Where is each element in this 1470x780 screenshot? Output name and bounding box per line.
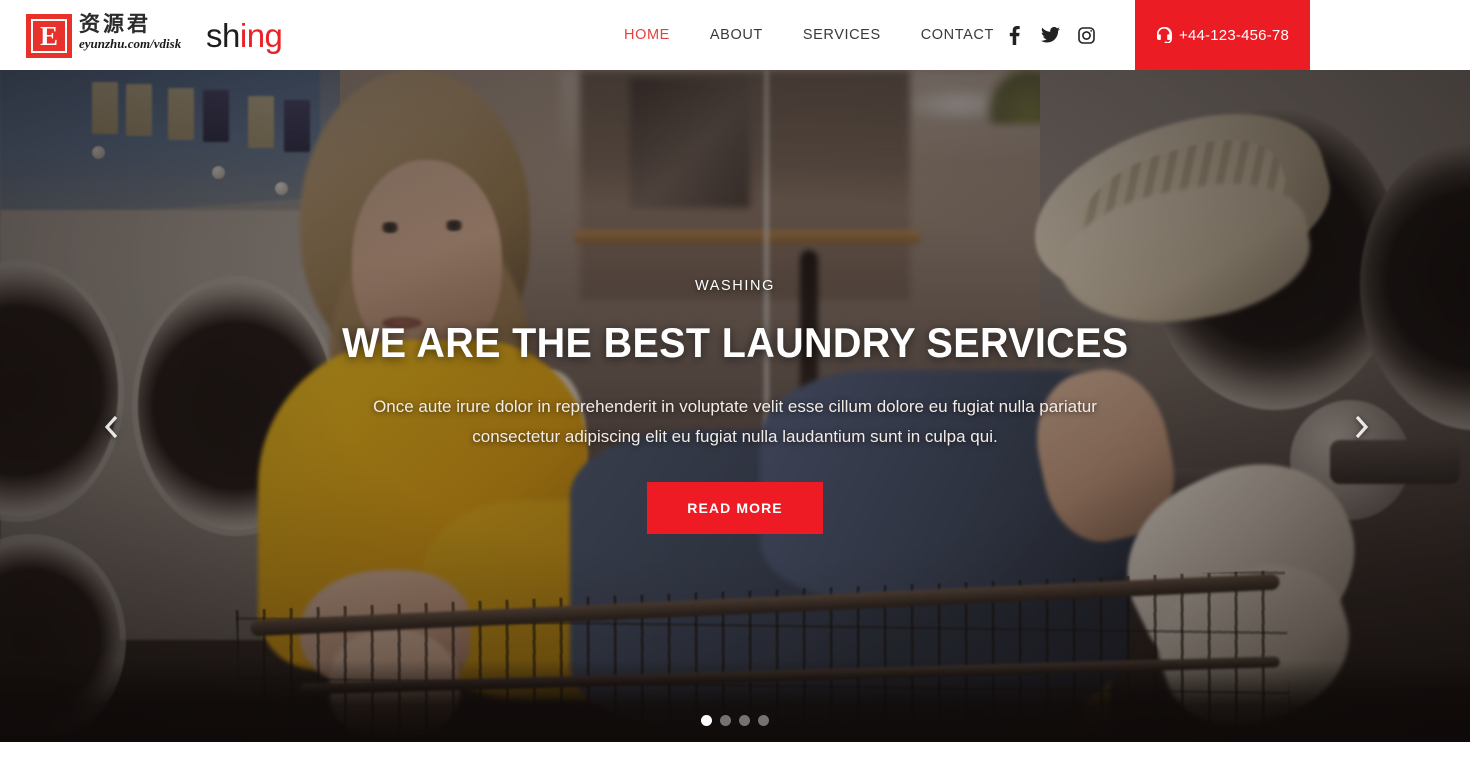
carousel-dot-4[interactable] <box>758 715 769 726</box>
facebook-icon[interactable] <box>996 0 1032 70</box>
brand-part-dark: sh <box>206 17 240 54</box>
hero-kicker: WASHING <box>695 277 775 294</box>
site-header: E 资源君 eyunzhu.com/vdisk shing HOME ABOUT… <box>0 0 1470 70</box>
watermark-logo: E 资源君 eyunzhu.com/vdisk <box>26 12 181 58</box>
phone-number: +44-123-456-78 <box>1179 26 1289 44</box>
carousel-dot-2[interactable] <box>720 715 731 726</box>
carousel-prev-button[interactable] <box>88 400 134 454</box>
chevron-right-icon <box>1355 415 1368 439</box>
hero-headline: WE ARE THE BEST LAUNDRY SERVICES <box>341 318 1129 366</box>
instagram-icon[interactable] <box>1068 0 1104 70</box>
watermark-badge: E <box>26 14 72 58</box>
main-navigation: HOME ABOUT SERVICES CONTACT <box>604 0 1014 70</box>
chevron-left-icon <box>104 415 117 439</box>
nav-item-home[interactable]: HOME <box>604 0 690 70</box>
hero-content: WASHING WE ARE THE BEST LAUNDRY SERVICES… <box>0 70 1470 742</box>
hero-description: Once aute irure dolor in reprehenderit i… <box>373 397 1097 447</box>
carousel-dot-1[interactable] <box>701 715 712 726</box>
carousel-dot-3[interactable] <box>739 715 750 726</box>
nav-item-about[interactable]: ABOUT <box>690 0 783 70</box>
carousel-indicators <box>0 715 1470 726</box>
headset-icon <box>1157 27 1173 43</box>
twitter-icon[interactable] <box>1032 0 1068 70</box>
page-bottom-spacer <box>0 742 1470 780</box>
read-more-button[interactable]: READ MORE <box>647 482 823 535</box>
nav-item-services[interactable]: SERVICES <box>783 0 901 70</box>
brand-logo[interactable]: shing <box>206 17 283 54</box>
watermark-text: 资源君 eyunzhu.com/vdisk <box>79 12 181 51</box>
watermark-url: eyunzhu.com/vdisk <box>79 36 182 51</box>
brand-part-red: ing <box>239 17 283 54</box>
watermark-name: 资源君 <box>79 12 151 36</box>
carousel-next-button[interactable] <box>1338 400 1384 454</box>
phone-button[interactable]: +44-123-456-78 <box>1135 0 1310 70</box>
hero-carousel: WASHING WE ARE THE BEST LAUNDRY SERVICES… <box>0 70 1470 742</box>
social-links <box>996 0 1104 70</box>
watermark-badge-letter: E <box>31 19 67 53</box>
